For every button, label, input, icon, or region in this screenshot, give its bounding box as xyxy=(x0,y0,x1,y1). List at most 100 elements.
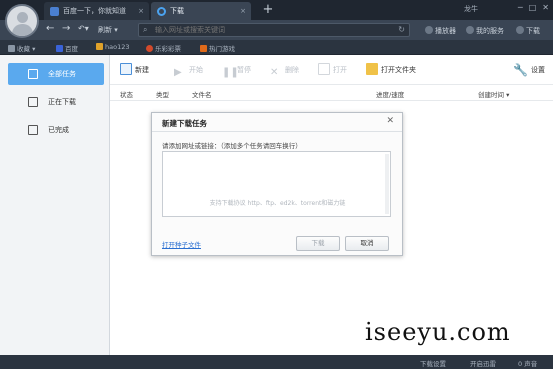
bookmark-label: hao123 xyxy=(105,43,130,51)
toolbar: 新建 ▶ 开始 ❚❚暂停 ✕ 删除 打开 打开文件夹 🔧 设置 xyxy=(110,55,553,85)
bookmark-games[interactable]: 热门游戏 xyxy=(200,43,235,53)
start-button[interactable]: ▶ 开始 xyxy=(174,63,203,78)
bookmark-baidu[interactable]: 百度 xyxy=(56,43,78,53)
new-task-label: 新建 xyxy=(135,66,149,74)
url-textarea[interactable]: 支持下载协议 http、ftp、ed2k、torrent和磁力链 xyxy=(162,151,391,217)
maximize-icon[interactable]: □ xyxy=(529,3,537,12)
tab-close-icon[interactable]: × xyxy=(138,2,144,20)
minimize-icon[interactable]: ─ xyxy=(518,3,523,12)
pause-icon: ❚❚ xyxy=(222,67,239,78)
bookmark-folder-icon xyxy=(8,45,15,52)
downloads-label: 下载 xyxy=(526,27,540,35)
my-services-label: 我的服务 xyxy=(476,27,504,35)
textarea-scrollbar[interactable] xyxy=(385,154,389,214)
settings-button[interactable]: 🔧 设置 xyxy=(513,63,545,77)
sidebar-item-all-tasks[interactable]: 全部任务 xyxy=(8,63,104,85)
sidebar-item-label: 全部任务 xyxy=(48,70,76,78)
search-icon: ⌕ xyxy=(143,25,148,34)
avatar[interactable] xyxy=(5,4,39,38)
tab-baidu[interactable]: 百度一下，你就知道 × xyxy=(44,2,149,20)
new-download-dialog: 新建下载任务 ✕ 请添加网址或链接：（添加多个任务请回车换行） 支持下载协议 h… xyxy=(151,112,403,256)
url-hint: 请添加网址或链接：（添加多个任务请回车换行） xyxy=(162,142,302,150)
open-button[interactable]: 打开 xyxy=(318,63,347,77)
open-torrent-link[interactable]: 打开种子文件 xyxy=(162,239,201,249)
new-task-icon xyxy=(120,63,132,75)
sidebar-item-downloading[interactable]: 正在下载 xyxy=(8,91,104,113)
sidebar-item-label: 已完成 xyxy=(48,126,69,134)
sound-status[interactable]: 0 声音 xyxy=(518,358,537,368)
column-created-label: 创建时间 xyxy=(478,91,504,99)
downloads-button[interactable]: 下载 xyxy=(516,26,540,36)
tab-label: 百度一下，你就知道 xyxy=(63,7,126,15)
close-icon[interactable]: ✕ xyxy=(542,3,549,12)
column-created[interactable]: 创建时间 ▾ xyxy=(478,89,509,99)
avatar-head xyxy=(17,12,28,23)
tab-downloads[interactable]: 下载 × xyxy=(151,2,251,20)
column-status[interactable]: 状态 xyxy=(120,89,133,99)
bookmark-hao123[interactable]: hao123 xyxy=(96,43,130,51)
reload-icon[interactable]: ↻ xyxy=(398,24,405,36)
dialog-close-icon[interactable]: ✕ xyxy=(386,116,394,126)
delete-button[interactable]: ✕ 删除 xyxy=(270,63,299,78)
pause-button[interactable]: ❚❚暂停 xyxy=(222,63,251,78)
download-settings-status[interactable]: 下载设置 xyxy=(420,358,446,368)
downloading-icon xyxy=(28,97,38,107)
cancel-button[interactable]: 取消 xyxy=(345,236,389,251)
sidebar-item-completed[interactable]: 已完成 xyxy=(8,119,104,141)
open-folder-button[interactable]: 打开文件夹 xyxy=(366,63,416,77)
lottery-icon xyxy=(146,45,153,52)
new-tab-button[interactable]: + xyxy=(260,2,276,18)
cloud-icon xyxy=(466,26,474,34)
download-arrow-icon xyxy=(516,26,524,34)
media-player-button[interactable]: 播放器 xyxy=(425,26,456,36)
tab-label: 下载 xyxy=(170,7,184,15)
bookmark-favorites[interactable]: 收藏 ▾ xyxy=(8,43,35,53)
url-placeholder: 支持下载协议 http、ftp、ed2k、torrent和磁力链 xyxy=(209,200,346,207)
forward-icon[interactable]: → xyxy=(62,23,70,34)
avatar-body xyxy=(12,24,33,36)
bookmark-label: 收藏 xyxy=(17,45,30,53)
bookmarks-bar: 收藏 ▾ 百度 hao123 乐彩彩票 热门游戏 xyxy=(0,40,553,55)
site-watermark: iseeyu.com xyxy=(365,318,511,346)
play-icon: ▶ xyxy=(174,67,182,78)
thunder-status[interactable]: 开启迅雷 xyxy=(470,358,496,368)
download-button[interactable]: 下载 xyxy=(296,236,340,251)
bookmark-label: 乐彩彩票 xyxy=(155,45,181,53)
delete-label: 删除 xyxy=(285,66,299,74)
pause-label: 暂停 xyxy=(237,66,251,74)
tab-close-icon[interactable]: × xyxy=(240,2,246,20)
refresh-label: 刷新 xyxy=(98,26,112,34)
file-icon xyxy=(318,63,330,75)
column-type[interactable]: 类型 xyxy=(156,89,169,99)
address-bar[interactable]: ⌕ ↻ xyxy=(138,23,410,37)
sidebar: 全部任务 正在下载 已完成 xyxy=(0,55,110,355)
column-filename[interactable]: 文件名 xyxy=(192,89,212,99)
delete-icon: ✕ xyxy=(270,67,279,78)
wrench-icon: 🔧 xyxy=(513,63,528,77)
download-icon xyxy=(157,6,166,16)
open-folder-label: 打开文件夹 xyxy=(381,66,416,74)
new-task-button[interactable]: 新建 xyxy=(120,63,149,77)
completed-icon xyxy=(28,125,38,135)
bookmark-label: 百度 xyxy=(65,45,78,53)
refresh-dropdown[interactable]: 刷新 ▾ xyxy=(98,25,118,35)
back-icon[interactable]: ← xyxy=(46,23,54,34)
undo-dropdown-icon[interactable]: ↶▾ xyxy=(78,24,89,33)
hao123-icon xyxy=(96,43,103,50)
start-label: 开始 xyxy=(189,66,203,74)
my-services-button[interactable]: 我的服务 xyxy=(466,26,504,36)
play-icon xyxy=(425,26,433,34)
column-progress[interactable]: 进度/速度 xyxy=(376,89,404,99)
settings-label: 设置 xyxy=(531,66,545,74)
games-icon xyxy=(200,45,207,52)
column-header: 状态 类型 文件名 进度/速度 创建时间 ▾ xyxy=(110,85,553,101)
address-input[interactable] xyxy=(155,25,385,35)
title-bar: 百度一下，你就知道 × 下载 × + 龙牛 ─ □ ✕ xyxy=(0,0,553,20)
nav-bar: ← → ↶▾ 刷新 ▾ ⌕ ↻ 播放器 我的服务 下载 xyxy=(0,20,553,40)
folder-icon xyxy=(366,63,378,75)
bookmark-label: 热门游戏 xyxy=(209,45,235,53)
user-name[interactable]: 龙牛 xyxy=(464,4,478,14)
dialog-divider xyxy=(152,131,402,132)
bookmark-lottery[interactable]: 乐彩彩票 xyxy=(146,43,181,53)
sidebar-item-label: 正在下载 xyxy=(48,98,76,106)
